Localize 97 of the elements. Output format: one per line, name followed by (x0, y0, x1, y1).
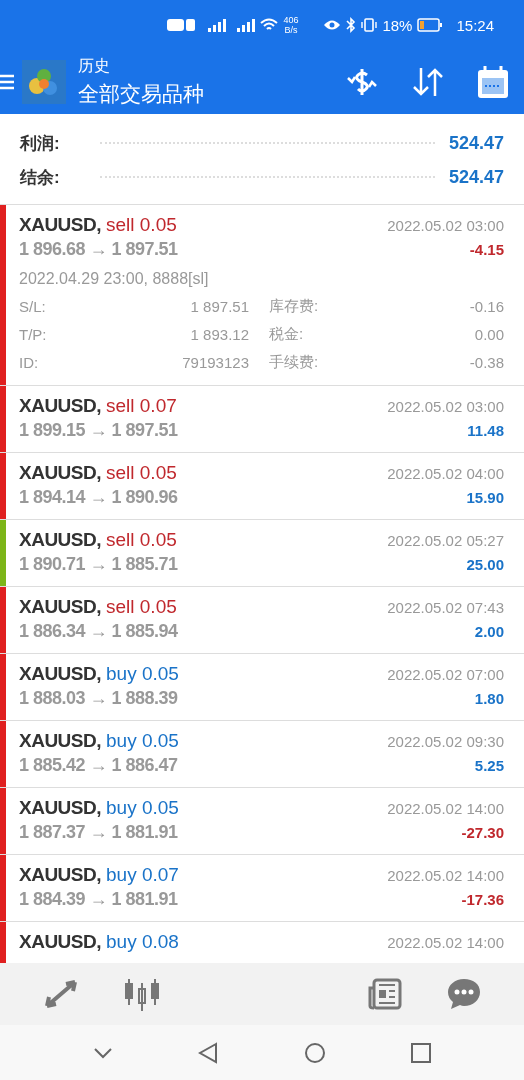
price-range: 1 896.68 → 1 897.51 (19, 239, 178, 260)
profit-value: 25.00 (466, 556, 504, 573)
summary-label: 利润: (20, 132, 60, 155)
price-range: 1 885.42 → 1 886.47 (19, 755, 178, 776)
symbol-label: XAUUSD, (19, 529, 101, 551)
detail-value: 1 897.51 (189, 297, 249, 315)
symbol-label: XAUUSD, (19, 462, 101, 484)
trade-time: 2022.05.02 05:27 (387, 532, 504, 549)
price-range: 1 894.14 → 1 890.96 (19, 487, 178, 508)
recents-icon[interactable] (411, 1042, 432, 1063)
trade-row[interactable]: XAUUSD, sell 0.07 2022.05.02 03:00 1 899.15 → 1 897.51 11.48 (0, 386, 524, 453)
trade-volume: buy 0.05 (106, 797, 179, 819)
price-range: 1 899.15 → 1 897.51 (19, 420, 178, 441)
trade-volume: buy 0.08 (106, 931, 179, 953)
wifi-icon (260, 18, 279, 32)
symbol-label: XAUUSD, (19, 214, 101, 236)
profit-value: 11.48 (467, 422, 504, 439)
detail-value: 79193123 (181, 353, 249, 371)
trade-time: 2022.05.02 03:00 (387, 217, 504, 234)
trade-time: 2022.05.02 04:00 (387, 465, 504, 482)
symbol-label: XAUUSD, (19, 663, 101, 685)
arrows-icon[interactable] (42, 978, 79, 1010)
detail-value: 1 893.12 (189, 325, 249, 343)
menu-icon[interactable] (0, 73, 14, 91)
chevron-down-icon[interactable] (92, 1046, 113, 1059)
trade-time: 2022.05.02 07:00 (387, 666, 504, 683)
calendar-icon[interactable] (476, 64, 510, 100)
symbol-label: XAUUSD, (19, 395, 101, 417)
home-icon[interactable] (303, 1041, 326, 1064)
trade-time: 2022.05.02 14:00 (387, 867, 504, 884)
symbol-label: XAUUSD, (19, 864, 101, 886)
network-speed: 406 (283, 15, 299, 25)
price-range: 1 887.37 → 1 881.91 (19, 822, 178, 843)
trade-volume: sell 0.07 (106, 395, 177, 417)
candlestick-icon[interactable] (124, 977, 160, 1011)
trade-time: 2022.05.02 03:00 (387, 398, 504, 415)
bluetooth-icon (346, 17, 357, 33)
symbol-label: XAUUSD, (19, 797, 101, 819)
symbol-label: XAUUSD, (19, 931, 101, 953)
detail-label: T/P: (19, 325, 48, 343)
news-icon[interactable] (367, 978, 402, 1010)
open-info: 2022.04.29 23:00, 8888[sl] (19, 270, 210, 288)
profit-value: -17.36 (461, 891, 504, 908)
profit-value: 15.90 (466, 489, 504, 506)
trade-volume: sell 0.05 (106, 214, 177, 236)
trade-volume: buy 0.07 (106, 864, 179, 886)
chat-icon[interactable] (447, 978, 482, 1010)
trade-row[interactable]: XAUUSD, buy 0.05 2022.05.02 14:00 1 887.37 → 1 881.91 -27.30 (0, 788, 524, 855)
battery-icon (417, 18, 444, 32)
trade-time: 2022.05.02 09:30 (387, 733, 504, 750)
trade-volume: buy 0.05 (106, 663, 179, 685)
detail-value: -0.16 (469, 297, 504, 315)
symbol-filter[interactable]: 全部交易品种 (78, 80, 204, 108)
summary-label: 结余: (20, 166, 60, 189)
eye-icon (323, 19, 342, 31)
trade-row[interactable]: XAUUSD, buy 0.07 2022.05.02 14:00 1 884.39 → 1 881.91 -17.36 (0, 855, 524, 922)
back-icon[interactable] (198, 1041, 219, 1064)
trade-row[interactable]: XAUUSD, sell 0.05 2022.05.02 03:00 1 896.68 → 1 897.51 -4.15 2022.04.29 23:00, 8888[sl] S/L: 1 897.51 库存费: -0.16 T/P: 1 893.12 税金: 0.00 ID: 79193123 手续费: -0.38 (0, 205, 524, 386)
detail-label: 库存费: (269, 296, 319, 316)
price-range: 1 886.34 → 1 885.94 (19, 621, 178, 642)
battery-percent: 18% (382, 16, 413, 34)
clock: 15:24 (456, 16, 494, 34)
detail-value: -0.38 (469, 353, 504, 371)
page-title: 历史 (78, 56, 111, 76)
detail-label: 税金: (269, 324, 304, 344)
symbol-label: XAUUSD, (19, 730, 101, 752)
detail-label: 手续费: (269, 352, 319, 372)
profit-value: 5.25 (474, 757, 504, 774)
profit-value: 2.00 (474, 623, 504, 640)
detail-value: 0.00 (474, 325, 504, 343)
profit-value: -4.15 (469, 241, 504, 258)
vibrate-icon (361, 17, 378, 33)
price-range: 1 888.03 → 1 888.39 (19, 688, 178, 709)
trade-row[interactable]: XAUUSD, buy 0.05 2022.05.02 07:00 1 888.03 → 1 888.39 1.80 (0, 654, 524, 721)
trade-row[interactable]: XAUUSD, sell 0.05 2022.05.02 07:43 1 886.34 → 1 885.94 2.00 (0, 587, 524, 654)
network-unit: B/s (284, 25, 298, 35)
detail-label: ID: (19, 353, 40, 371)
trade-volume: sell 0.05 (106, 529, 177, 551)
price-range: 1 884.39 → 1 881.91 (19, 889, 178, 910)
trade-time: 2022.05.02 07:43 (387, 599, 504, 616)
hd-icon (167, 18, 198, 32)
trade-row[interactable]: XAUUSD, buy 0.05 2022.05.02 09:30 1 885.42 → 1 886.47 5.25 (0, 721, 524, 788)
trade-volume: buy 0.05 (106, 730, 179, 752)
trade-volume: sell 0.05 (106, 462, 177, 484)
trade-time: 2022.05.02 14:00 (387, 934, 504, 951)
summary-value: 524.47 (448, 166, 504, 188)
trade-row[interactable]: XAUUSD, sell 0.05 2022.05.02 04:00 1 894.14 → 1 890.96 15.90 (0, 453, 524, 520)
trade-time: 2022.05.02 14:00 (387, 800, 504, 817)
symbol-label: XAUUSD, (19, 596, 101, 618)
summary-value: 524.47 (448, 132, 504, 154)
trade-row[interactable]: XAUUSD, sell 0.05 2022.05.02 05:27 1 890.71 → 1 885.71 25.00 (0, 520, 524, 587)
price-range: 1 890.71 → 1 885.71 (19, 554, 178, 575)
detail-label: S/L: (19, 297, 47, 315)
profit-value: 1.80 (474, 690, 504, 707)
trade-volume: sell 0.05 (106, 596, 177, 618)
profit-value: -27.30 (461, 824, 504, 841)
app-logo-icon (22, 60, 66, 104)
